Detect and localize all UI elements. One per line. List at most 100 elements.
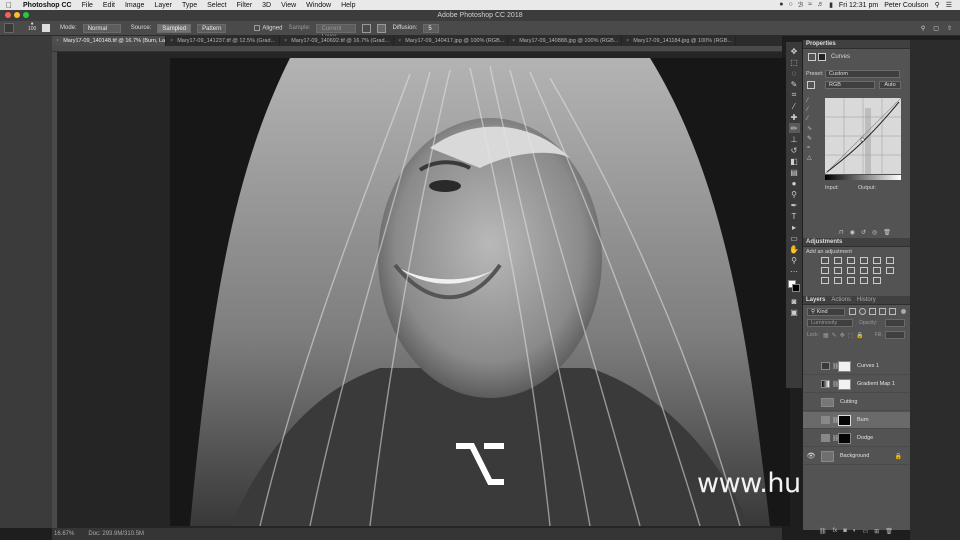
- visibility-icon[interactable]: ◎: [872, 229, 877, 236]
- list-icon[interactable]: ☰: [946, 1, 952, 9]
- black-white-icon[interactable]: [847, 267, 855, 274]
- curve-point[interactable]: [860, 137, 865, 142]
- gradient-tool-icon[interactable]: ▤: [789, 167, 800, 177]
- share-icon[interactable]: ⇧: [947, 25, 952, 32]
- eyedropper-tool-icon[interactable]: ⁄: [789, 101, 800, 111]
- channel-select[interactable]: RGB: [825, 81, 875, 89]
- tray-icon[interactable]: ●: [779, 1, 783, 9]
- preset-select[interactable]: Custom: [825, 70, 900, 78]
- healing-tool-icon[interactable]: [4, 23, 14, 33]
- layer-row[interactable]: ⛓ Gradient Map 1: [803, 376, 910, 393]
- document-size[interactable]: Doc: 293.9M/310.5M: [88, 528, 144, 540]
- close-tab-icon[interactable]: ×: [398, 36, 401, 46]
- zoom-window-button[interactable]: [23, 12, 29, 18]
- add-mask-icon[interactable]: ◙: [843, 528, 847, 535]
- clone-source-icon[interactable]: [42, 24, 50, 32]
- tab-history[interactable]: History: [857, 297, 876, 303]
- smart-object-filter-icon[interactable]: [889, 308, 896, 315]
- pen-tool-icon[interactable]: ✒: [789, 200, 800, 210]
- selective-color-icon[interactable]: [873, 277, 881, 284]
- new-adjustment-icon[interactable]: ◐: [853, 528, 857, 535]
- tab-document-3[interactable]: × Mary17-09_140692.tif @ 16.7% (Grad...: [280, 36, 394, 46]
- clone-stamp-tool-icon[interactable]: ⊥: [789, 134, 800, 144]
- layer-row[interactable]: ⛓ Dodge: [803, 430, 910, 447]
- properties-panel-header[interactable]: Properties: [803, 40, 910, 49]
- color-lookup-icon[interactable]: [886, 267, 894, 274]
- sample-black-eyedropper-icon[interactable]: ⁄: [807, 98, 812, 104]
- layer-name[interactable]: Gradient Map 1: [857, 381, 895, 387]
- sample-white-eyedropper-icon[interactable]: ⁄: [807, 116, 812, 122]
- new-layer-icon[interactable]: ⊞: [874, 528, 879, 535]
- delete-icon[interactable]: 🗑: [883, 229, 891, 236]
- photo-filter-icon[interactable]: [860, 267, 868, 274]
- menu-select[interactable]: Select: [202, 2, 231, 9]
- layer-name[interactable]: Dodge: [857, 435, 873, 441]
- type-filter-icon[interactable]: [869, 308, 876, 315]
- minimize-window-button[interactable]: [14, 12, 20, 18]
- visibility-eye-icon[interactable]: [807, 398, 815, 406]
- invert-icon[interactable]: [821, 277, 829, 284]
- hue-saturation-icon[interactable]: [821, 267, 829, 274]
- chain-link-icon[interactable]: ⛓: [832, 363, 840, 370]
- layer-name[interactable]: Background: [840, 453, 869, 459]
- lock-position-icon[interactable]: ✥: [840, 332, 845, 339]
- exposure-icon[interactable]: [860, 257, 868, 264]
- visibility-eye-icon[interactable]: [807, 362, 815, 370]
- shape-filter-icon[interactable]: [879, 308, 886, 315]
- chain-link-icon[interactable]: ⛓: [832, 435, 840, 442]
- menu-type[interactable]: Type: [177, 2, 202, 9]
- layer-row[interactable]: ⛓ Burn: [803, 412, 910, 429]
- hand-tool-icon[interactable]: ✋: [789, 244, 800, 254]
- workspace-icon[interactable]: ▢: [933, 25, 939, 32]
- pressure-icon[interactable]: [377, 23, 387, 33]
- view-previous-icon[interactable]: ◉: [850, 229, 855, 236]
- apple-menu-icon[interactable]: : [0, 1, 18, 10]
- layer-mask-thumbnail[interactable]: [838, 414, 851, 426]
- delete-layer-icon[interactable]: 🗑: [885, 528, 893, 535]
- brush-tool-icon[interactable]: ✏: [788, 123, 800, 133]
- layer-row[interactable]: ⛓ Curves 1: [803, 358, 910, 375]
- lock-pixels-icon[interactable]: ✎: [832, 332, 837, 339]
- close-window-button[interactable]: [5, 12, 11, 18]
- curve-edit-icon[interactable]: ∿: [807, 125, 812, 132]
- opacity-field[interactable]: [885, 319, 905, 327]
- fill-field[interactable]: [885, 331, 905, 339]
- auto-button[interactable]: Auto: [879, 81, 901, 89]
- layer-name[interactable]: Burn: [857, 417, 869, 423]
- crop-tool-icon[interactable]: ⌗: [789, 90, 800, 100]
- path-select-tool-icon[interactable]: ▸: [789, 222, 800, 232]
- pencil-draw-icon[interactable]: ✎: [807, 135, 812, 142]
- layer-name[interactable]: Cutting: [840, 399, 857, 405]
- ignore-adjustments-icon[interactable]: [362, 23, 372, 33]
- tray-icon[interactable]: ○: [788, 1, 792, 9]
- clip-to-layer-icon[interactable]: ⊓: [839, 229, 844, 236]
- menu-view[interactable]: View: [276, 2, 301, 9]
- color-swatches[interactable]: [788, 280, 800, 292]
- layer-mask-thumbnail[interactable]: [838, 432, 851, 444]
- sample-gray-eyedropper-icon[interactable]: ⁄: [807, 107, 812, 113]
- zoom-level[interactable]: 16.67%: [54, 528, 74, 540]
- layer-mask-thumbnail[interactable]: [838, 378, 851, 390]
- tab-document-2[interactable]: × Mary17-09_141237.tif @ 12.5% (Grad...: [166, 36, 280, 46]
- pixel-filter-icon[interactable]: [849, 308, 856, 315]
- mode-select[interactable]: Normal: [82, 23, 121, 33]
- triangle-icon[interactable]: [886, 257, 894, 264]
- wifi-icon[interactable]: ≈: [808, 1, 812, 9]
- posterize-icon[interactable]: [834, 277, 842, 284]
- channel-mixer-icon[interactable]: [873, 267, 881, 274]
- screen-mode-icon[interactable]: ▣: [789, 307, 800, 317]
- close-tab-icon[interactable]: ×: [512, 36, 515, 46]
- curves-icon[interactable]: [847, 257, 855, 264]
- search-icon[interactable]: ⚲: [921, 25, 925, 32]
- lock-all-icon[interactable]: 🔒: [856, 332, 863, 339]
- menu-3d[interactable]: 3D: [257, 2, 276, 9]
- layer-mask-thumbnail[interactable]: [838, 360, 851, 372]
- history-brush-tool-icon[interactable]: ↺: [789, 145, 800, 155]
- menubar-user[interactable]: Peter Coulson: [884, 2, 928, 9]
- search-icon[interactable]: ⚲: [935, 1, 940, 9]
- link-layers-icon[interactable]: ⛓: [819, 528, 827, 535]
- close-tab-icon[interactable]: ×: [56, 36, 59, 46]
- threshold-icon[interactable]: [847, 277, 855, 284]
- close-tab-icon[interactable]: ×: [284, 36, 287, 46]
- gradient-map-icon[interactable]: [860, 277, 868, 284]
